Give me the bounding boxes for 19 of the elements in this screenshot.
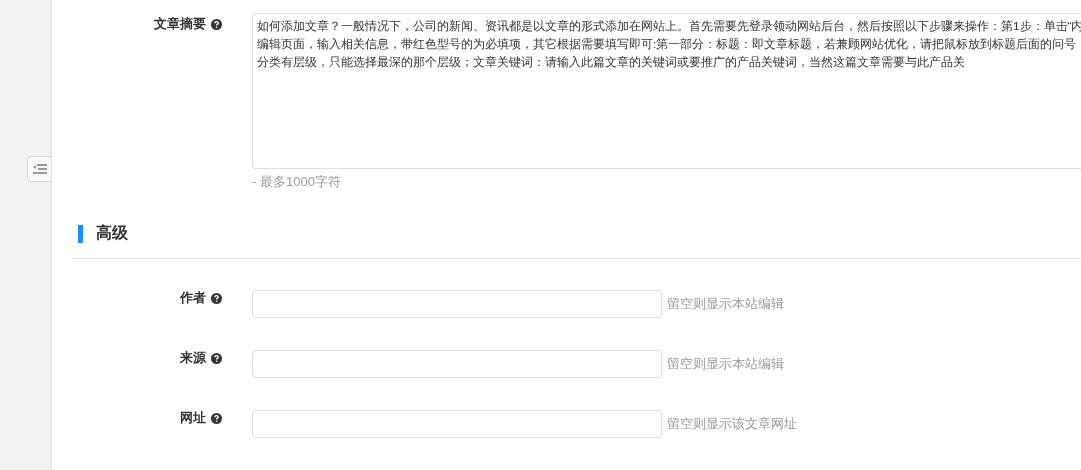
field-label: 网址 — [180, 409, 206, 427]
outdent-icon — [32, 164, 47, 174]
field-label: 来源 — [180, 349, 206, 367]
section-title: 高级 — [96, 223, 128, 243]
input-field[interactable] — [252, 350, 662, 378]
limit-hint: - 最多1000字符 — [252, 173, 342, 191]
help-icon[interactable] — [211, 352, 222, 364]
field-label: 文章摘要 — [154, 15, 206, 33]
input-field[interactable] — [252, 410, 662, 438]
help-icon[interactable] — [211, 412, 222, 424]
field-hint: 留空则显示本站编辑 — [667, 355, 784, 373]
help-icon[interactable] — [211, 292, 222, 304]
field-hint: 留空则显示本站编辑 — [667, 295, 784, 313]
field-hint: 留空则显示该文章网址 — [667, 415, 797, 433]
field-label: 作者 — [180, 289, 206, 307]
section-marker — [78, 224, 83, 243]
help-icon[interactable] — [211, 18, 222, 30]
outdent-button[interactable] — [27, 156, 51, 182]
input-field[interactable] — [252, 290, 662, 318]
